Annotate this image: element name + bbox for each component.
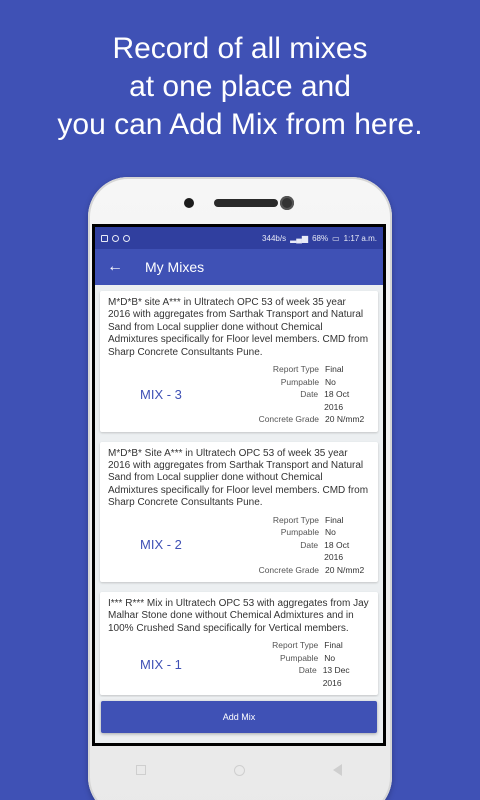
mix-card[interactable]: I*** R*** Mix in Ultratech OPC 53 with a… bbox=[100, 592, 378, 696]
pumpable-label: Pumpable bbox=[280, 376, 320, 387]
date-value: 18 Oct 2016 bbox=[324, 389, 350, 412]
status-bar: 344b/s ▂▄▆ 68% ▭ 1:17 a.m. bbox=[95, 227, 383, 249]
mix-description: I*** R*** Mix in Ultratech OPC 53 with a… bbox=[108, 598, 369, 634]
date-value: 18 Oct 2016 bbox=[324, 539, 350, 563]
report-type-label: Report Type bbox=[272, 640, 319, 651]
earpiece-speaker bbox=[214, 199, 278, 207]
promo-headline: Record of all mixes at one place and you… bbox=[0, 30, 480, 144]
grade-label: Concrete Grade bbox=[258, 414, 320, 425]
battery-icon: ▭ bbox=[332, 233, 340, 243]
usb-notification-icon bbox=[112, 234, 119, 242]
date-label: Date bbox=[298, 665, 317, 676]
mix-meta: Report Type Final Pumpable No Date 18 Oct 2… bbox=[235, 514, 370, 577]
report-type-value: Final bbox=[325, 514, 344, 525]
report-type-label: Report Type bbox=[272, 364, 320, 375]
pumpable-value: No bbox=[325, 527, 336, 538]
battery-level: 68% bbox=[312, 233, 329, 243]
system-status: 344b/s ▂▄▆ 68% ▭ 1:17 a.m. bbox=[262, 234, 377, 243]
phone-nav-bar bbox=[92, 752, 386, 788]
sync-notification-icon bbox=[123, 234, 130, 242]
network-speed: 344b/s bbox=[262, 233, 287, 243]
pumpable-label: Pumpable bbox=[280, 652, 319, 663]
app-screen: 344b/s ▂▄▆ 68% ▭ 1:17 a.m. ← My Mixes M*… bbox=[95, 227, 383, 743]
mix-meta: Report Type Final Pumpable No Date 13 Dec 2… bbox=[234, 639, 370, 689]
mix-card[interactable]: M*D*B* site A*** in Ultratech OPC 53 of … bbox=[100, 291, 378, 432]
notification-icons bbox=[101, 234, 130, 242]
mix-description: M*D*B* site A*** in Ultratech OPC 53 of … bbox=[108, 297, 369, 358]
report-type-value: Final bbox=[325, 364, 344, 375]
front-camera-icon bbox=[280, 196, 294, 210]
phone-screen: 344b/s ▂▄▆ 68% ▭ 1:17 a.m. ← My Mixes M*… bbox=[92, 224, 386, 746]
pumpable-value: No bbox=[324, 652, 336, 663]
grade-label: Concrete Grade bbox=[258, 564, 320, 575]
pumpable-label: Pumpable bbox=[280, 527, 320, 538]
app-bar: ← My Mixes bbox=[95, 249, 383, 285]
report-type-label: Report Type bbox=[272, 514, 320, 525]
date-label: Date bbox=[300, 539, 319, 550]
add-mix-button[interactable]: Add Mix bbox=[101, 701, 377, 733]
mix-description: M*D*B* Site A*** in Ultratech OPC 53 of … bbox=[108, 447, 369, 509]
mix-card[interactable]: M*D*B* Site A*** in Ultratech OPC 53 of … bbox=[100, 441, 378, 583]
grade-value: 20 N/mm2 bbox=[325, 414, 365, 425]
mix-label: MIX - 3 bbox=[140, 386, 182, 402]
report-type-value: Final bbox=[324, 640, 343, 651]
grade-value: 20 N/mm2 bbox=[325, 564, 365, 575]
sensor-icon bbox=[184, 198, 194, 208]
headline-line-1: Record of all mixes bbox=[112, 32, 368, 65]
date-label: Date bbox=[300, 389, 319, 400]
home-icon[interactable] bbox=[232, 763, 246, 777]
recents-icon[interactable] bbox=[134, 763, 148, 777]
mix-meta: Report Type Final Pumpable No Date 18 Oct 2… bbox=[235, 363, 370, 426]
clock: 1:17 a.m. bbox=[343, 233, 377, 243]
headline-line-3: you can Add Mix from here. bbox=[57, 108, 423, 141]
pumpable-value: No bbox=[325, 376, 336, 387]
headline-line-2: at one place and bbox=[129, 70, 351, 103]
mix-label: MIX - 2 bbox=[140, 537, 182, 553]
date-value: 13 Dec 2016 bbox=[322, 665, 350, 688]
arrow-back-icon[interactable]: ← bbox=[107, 259, 131, 275]
mix-list[interactable]: M*D*B* site A*** in Ultratech OPC 53 of … bbox=[95, 285, 383, 697]
back-nav-icon[interactable] bbox=[330, 763, 344, 777]
mix-label: MIX - 1 bbox=[140, 656, 182, 672]
page-title: My Mixes bbox=[145, 259, 205, 275]
signal-icon: ▂▄▆ bbox=[290, 233, 309, 243]
image-notification-icon bbox=[101, 234, 108, 242]
